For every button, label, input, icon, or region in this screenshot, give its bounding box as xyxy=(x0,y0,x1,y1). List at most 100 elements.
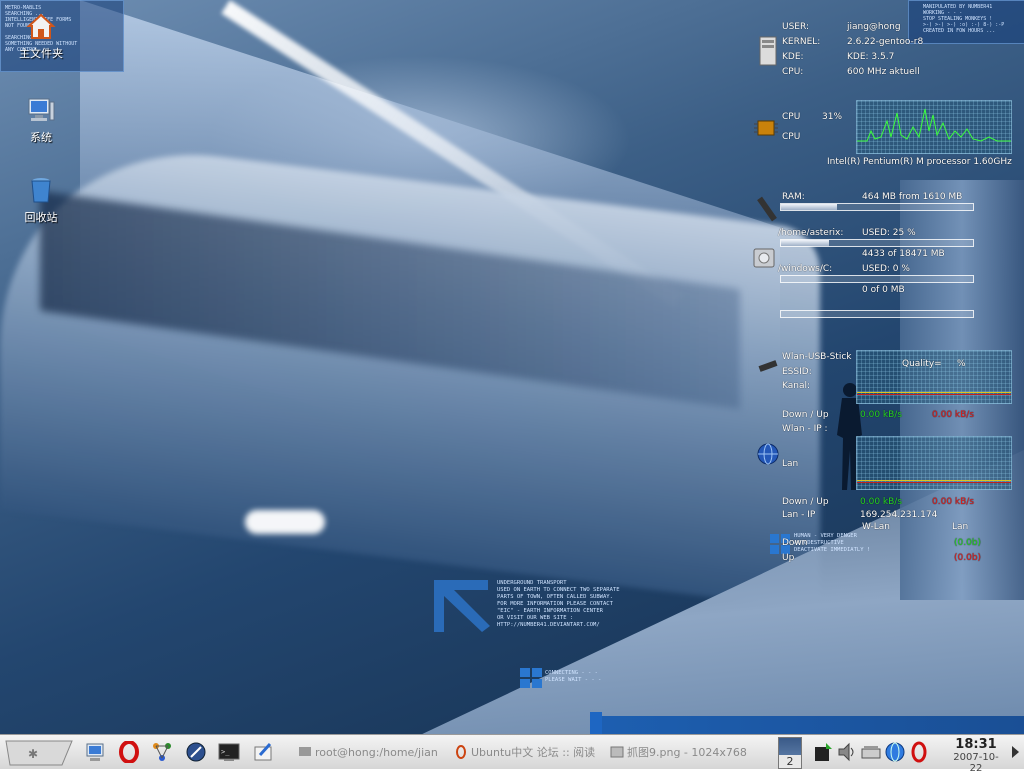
task-label: Ubuntu中文 论坛 :: 阅读 xyxy=(471,746,596,759)
task-browser[interactable]: Ubuntu中文 论坛 :: 阅读 xyxy=(454,740,604,764)
clock[interactable]: 18:31 2007-10-22 xyxy=(948,737,1004,774)
lan-graph-line xyxy=(857,480,1011,481)
quality-label: Quality= xyxy=(902,359,942,369)
windows-partition-label: /windows/C: xyxy=(778,264,833,274)
computer-icon[interactable] xyxy=(85,741,107,763)
cpu-value: 600 MHz aktuell xyxy=(847,67,920,77)
wlan-up-rate: 0.00 kB/s xyxy=(932,410,975,420)
volume-icon[interactable] xyxy=(836,741,858,763)
wlan-down-rate: 0.00 kB/s xyxy=(860,410,903,420)
image-viewer-icon xyxy=(610,746,624,758)
processor-name: Intel(R) Pentium(R) M processor 1.60GHz xyxy=(827,157,1012,167)
essid-label: ESSID: xyxy=(782,367,812,377)
desktop-icon-label: 主文件夹 xyxy=(19,47,63,60)
home-partition-used: USED: 25 % xyxy=(862,228,916,238)
home-usage-fill xyxy=(781,240,829,246)
kernel-label: KERNEL: xyxy=(782,37,821,47)
task-label: 抓图9.png - 1024x768 xyxy=(627,746,747,759)
home-folder-icon xyxy=(26,13,56,39)
arrow-graphic xyxy=(434,580,490,632)
terminal-icon xyxy=(299,747,311,756)
wlan-ip-label: Wlan - IP : xyxy=(782,424,828,434)
kde-menu-icon[interactable]: ✱ xyxy=(4,737,74,767)
opera-icon[interactable] xyxy=(908,741,930,763)
terminal-icon[interactable]: >_ xyxy=(218,741,240,763)
lan-traffic-graph xyxy=(856,436,1012,490)
lan-graph-line xyxy=(857,482,1011,483)
web-browser-icon[interactable] xyxy=(185,741,207,763)
wlan-title: Wlan-USB-Stick xyxy=(782,352,852,362)
wlan-downup-label: Down / Up xyxy=(782,410,829,420)
train-headlight xyxy=(245,510,325,534)
svg-text:✱: ✱ xyxy=(28,747,38,761)
desktop-icon-system[interactable]: 系统 xyxy=(6,96,76,145)
desktop-icon-home[interactable]: 主文件夹 xyxy=(6,12,76,61)
network-icon[interactable] xyxy=(151,741,173,763)
text-editor-icon[interactable] xyxy=(252,741,274,763)
kanal-label: Kanal: xyxy=(782,381,811,391)
down-total-label: Down xyxy=(782,538,808,548)
scanner-icon[interactable] xyxy=(860,741,882,763)
clock-time: 18:31 xyxy=(955,737,997,752)
bottom-accent-bar xyxy=(590,716,1024,734)
lan-down-rate: 0.00 kB/s xyxy=(860,497,903,507)
network-globe-icon xyxy=(757,443,779,465)
desktop-icon-label: 系统 xyxy=(30,131,52,144)
kde-value: KDE: 3.5.7 xyxy=(847,52,895,62)
panel-text: MANIPULATED BY NUMBER41 WORKING - - - ST… xyxy=(923,4,1005,34)
ram-stick-icon xyxy=(757,196,777,222)
desktop-icon-trash[interactable]: 回收站 xyxy=(6,176,76,225)
lan-title: Lan xyxy=(782,459,799,469)
clock-date: 2007-10-22 xyxy=(953,752,999,774)
cpu-load-graph xyxy=(856,100,1012,154)
cpu-label-2: CPU xyxy=(782,132,801,142)
opera-icon[interactable] xyxy=(118,741,140,763)
lan-column-label: Lan xyxy=(952,522,969,532)
extra-usage-bar xyxy=(780,310,974,318)
user-value: jiang@hong xyxy=(847,22,901,32)
server-icon xyxy=(759,36,777,66)
pager-number: 2 xyxy=(779,755,801,768)
cpu-label-1: CPU xyxy=(782,112,801,122)
virtual-desktop-pager[interactable]: 2 xyxy=(778,737,802,769)
task-terminal[interactable]: root@hong:/home/jian xyxy=(298,740,448,764)
task-label: root@hong:/home/jian xyxy=(315,745,438,759)
cpu-chip-icon xyxy=(754,120,778,136)
opera-icon xyxy=(456,745,466,759)
update-icon[interactable] xyxy=(812,741,834,763)
lan-up-rate: 0.00 kB/s xyxy=(932,497,975,507)
up-total-label: Up xyxy=(782,553,795,563)
windows-partition-used: USED: 0 % xyxy=(862,264,910,274)
cpu-percent: 31% xyxy=(822,112,843,122)
lan-downup-label: Down / Up xyxy=(782,497,829,507)
home-partition-label: /home/asterix: xyxy=(778,228,844,238)
hard-drive-icon xyxy=(753,248,775,268)
trash-icon xyxy=(31,178,51,203)
taskbar-scroll-right-icon[interactable] xyxy=(1010,745,1020,759)
wlan-graph-line xyxy=(857,392,1011,393)
subway-info-text: UNDERGROUND TRANSPORT USED ON EARTH TO C… xyxy=(497,580,620,628)
svg-text:>_: >_ xyxy=(221,748,230,756)
windows-partition-detail: 0 of 0 MB xyxy=(862,285,905,295)
kde-taskbar: ✱ >_ root@hong:/home/jian Ubuntu中文 论坛 ::… xyxy=(0,734,1024,769)
home-partition-detail: 4433 of 18471 MB xyxy=(862,249,945,259)
ram-usage-bar xyxy=(780,203,974,211)
cpu-load-line xyxy=(857,108,1011,142)
windows-logo-icon xyxy=(520,668,542,688)
connecting-text: CONNECTING - - - PLEASE WAIT - - - xyxy=(545,670,602,683)
wlan-stick-icon xyxy=(758,360,778,372)
wlan-column-label: W-Lan xyxy=(862,522,891,532)
quality-unit: % xyxy=(957,359,966,369)
home-usage-bar xyxy=(780,239,974,247)
lan-ip-label: Lan - IP xyxy=(782,510,816,520)
wlan-graph-line xyxy=(857,394,1011,395)
kernel-value: 2.6.22-gentoo-r8 xyxy=(847,37,924,47)
lan-down-total: (0.0b) xyxy=(954,538,982,548)
kde-label: KDE: xyxy=(782,52,804,62)
network-globe-icon[interactable] xyxy=(884,741,906,763)
ram-value: 464 MB from 1610 MB xyxy=(862,192,963,202)
ram-label: RAM: xyxy=(782,192,805,202)
cpu-label: CPU: xyxy=(782,67,804,77)
lan-up-total: (0.0b) xyxy=(954,553,982,563)
task-image-viewer[interactable]: 抓图9.png - 1024x768 xyxy=(610,740,770,764)
